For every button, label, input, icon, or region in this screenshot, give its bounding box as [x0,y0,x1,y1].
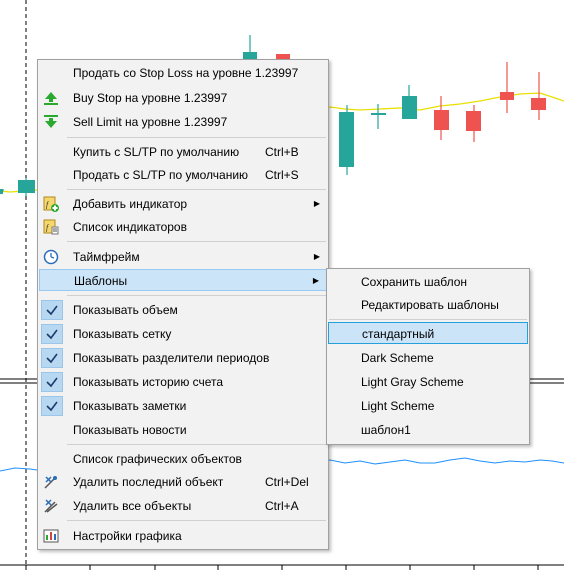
submenu-item-template-dark-scheme[interactable]: Dark Scheme [328,347,528,369]
menu-item-templates[interactable]: Шаблоны ▶ [39,269,327,291]
submenu-item-template-standard[interactable]: стандартный [328,322,528,344]
add-indicator-icon: f [43,196,59,212]
menu-separator [67,137,326,138]
menu-item-show-news[interactable]: Показывать новости [39,419,327,441]
bullish-candle [402,96,417,119]
chart-context-menu: Продать со Stop Loss на уровне 1.23997 B… [37,59,329,550]
submenu-item-save-template[interactable]: Сохранить шаблон [328,271,528,293]
sell-limit-arrow-icon [44,115,58,128]
time-axis-ticks [25,565,539,570]
menu-separator [329,319,527,320]
checkmark-icon [41,396,63,416]
bullish-candle [339,112,354,167]
bullish-candle [371,113,386,115]
templates-submenu: Сохранить шаблон Редактировать шаблоны с… [326,268,530,445]
checkmark-icon [41,348,63,368]
menu-item-indicator-list[interactable]: f Список индикаторов [39,216,327,238]
checkmark-icon [41,324,63,344]
clock-icon [43,249,59,265]
menu-item-show-period-separators[interactable]: Показывать разделители периодов [39,347,327,369]
checkmark-icon [41,300,63,320]
delete-last-object-icon [44,476,57,489]
bullish-candle [18,180,35,193]
bullish-candle [0,189,3,194]
menu-item-delete-all-objects[interactable]: Удалить все объекты Ctrl+A [39,495,327,517]
buy-stop-arrow-icon [44,92,58,105]
menu-item-sell-limit[interactable]: Sell Limit на уровне 1.23997 [39,111,327,133]
menu-separator [67,241,326,242]
menu-separator [67,444,326,445]
submenu-item-template-light-scheme[interactable]: Light Scheme [328,395,528,417]
bearish-candle [531,98,546,110]
menu-item-chart-settings[interactable]: Настройки графика [39,525,327,547]
menu-item-show-grid[interactable]: Показывать сетку [39,323,327,345]
submenu-item-edit-templates[interactable]: Редактировать шаблоны [328,294,528,316]
submenu-arrow-icon: ▶ [313,199,320,208]
menu-item-timeframe[interactable]: Таймфрейм ▶ [39,246,327,268]
bearish-candle [466,111,481,131]
menu-item-show-account-history[interactable]: Показывать историю счета [39,371,327,393]
submenu-arrow-icon: ▶ [313,252,320,261]
menu-item-object-list[interactable]: Список графических объектов [39,448,327,470]
menu-item-show-volume[interactable]: Показывать объем [39,299,327,321]
submenu-arrow-icon: ▶ [312,276,319,285]
menu-item-add-indicator[interactable]: f Добавить индикатор ▶ [39,193,327,215]
menu-separator [67,295,326,296]
checkmark-icon [41,372,63,392]
menu-item-buy-stop[interactable]: Buy Stop на уровне 1.23997 [39,87,327,109]
bearish-candle [434,110,449,130]
menu-item-sell-stop-loss[interactable]: Продать со Stop Loss на уровне 1.23997 [39,62,327,84]
chart-settings-icon [43,529,59,543]
indicator-list-icon: f [43,219,59,235]
menu-item-sell-default[interactable]: Продать с SL/TP по умолчанию Ctrl+S [39,164,327,186]
menu-separator [67,520,326,521]
submenu-item-template-light-gray-scheme[interactable]: Light Gray Scheme [328,371,528,393]
submenu-item-template-1[interactable]: шаблон1 [328,419,528,441]
delete-all-objects-icon [44,499,58,513]
menu-item-delete-last-object[interactable]: Удалить последний объект Ctrl+Del [39,471,327,493]
menu-item-buy-default[interactable]: Купить с SL/TP по умолчанию Ctrl+B [39,141,327,163]
menu-item-show-notes[interactable]: Показывать заметки [39,395,327,417]
bearish-candle [500,92,514,100]
menu-separator [67,189,326,190]
